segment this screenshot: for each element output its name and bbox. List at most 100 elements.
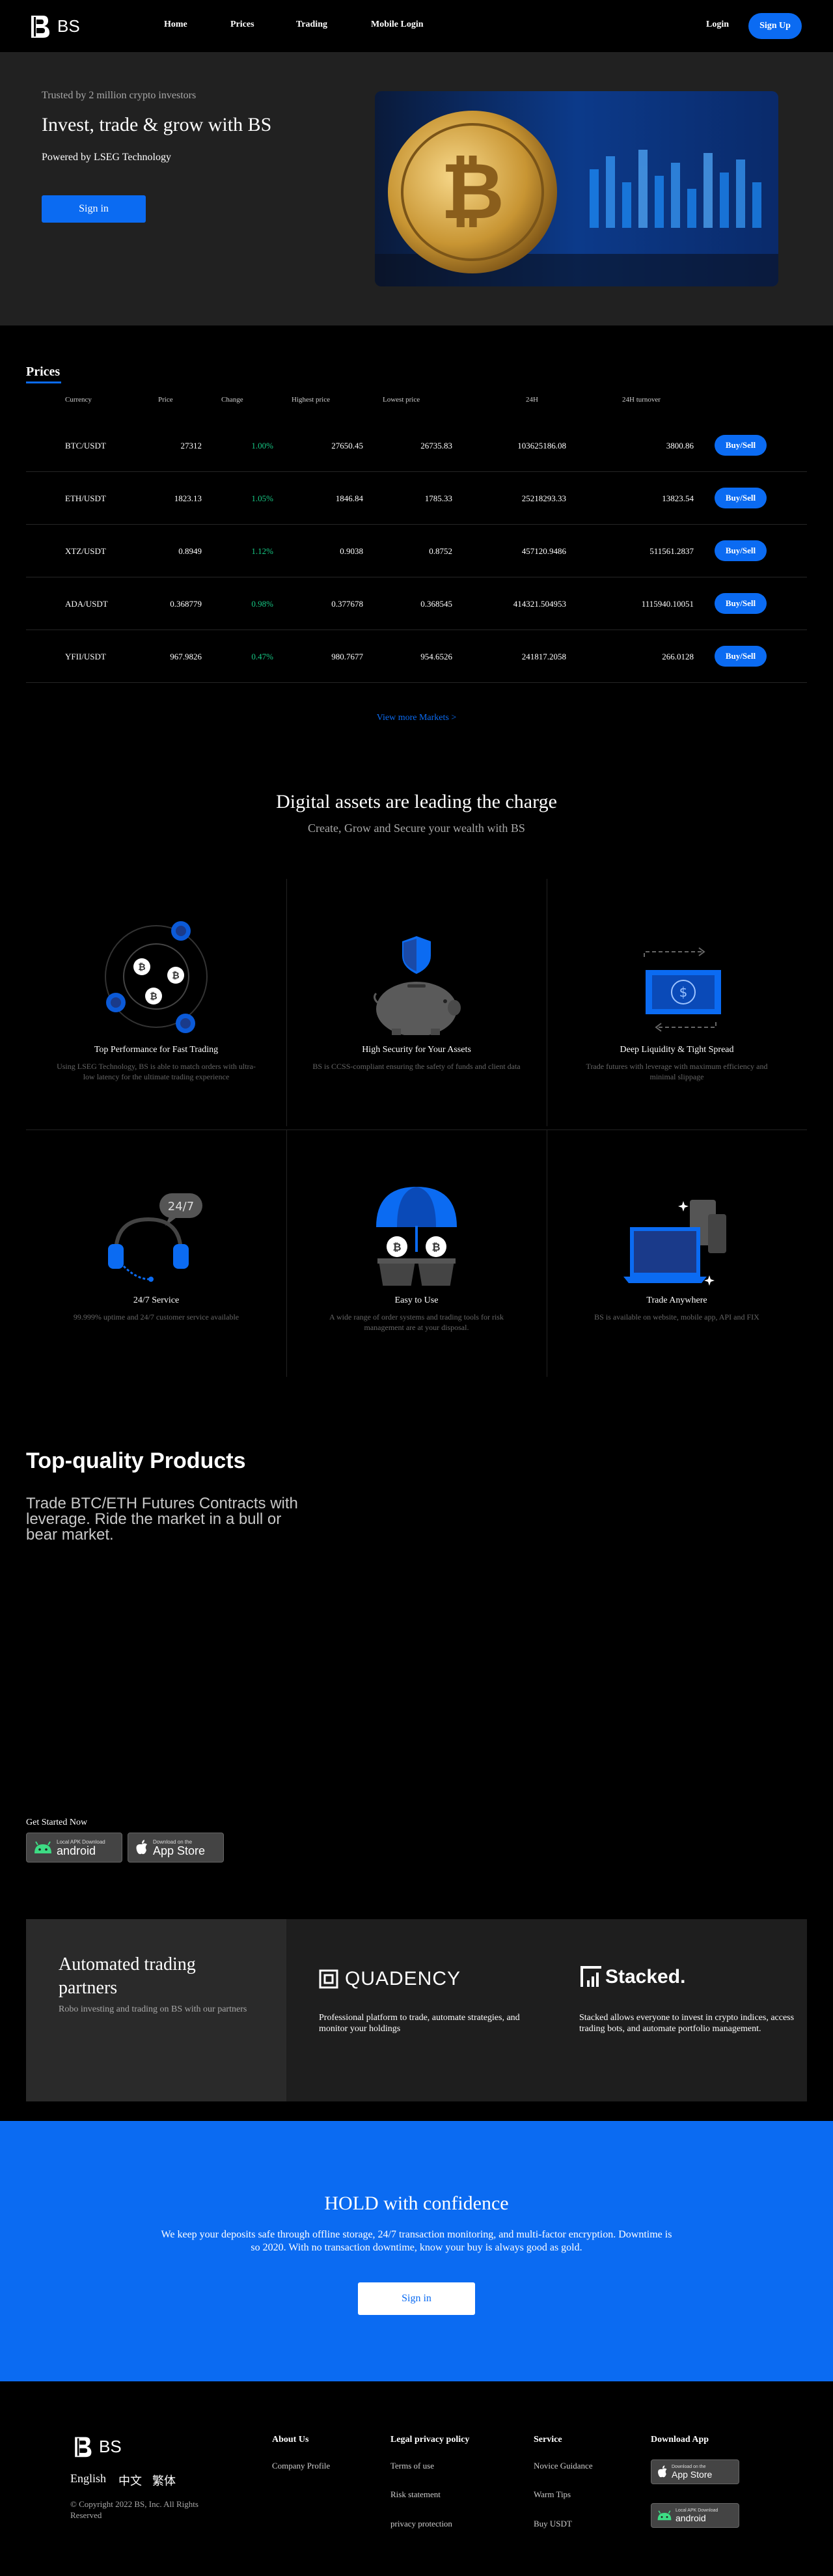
nav-prices[interactable]: Prices xyxy=(230,20,254,30)
footer-app-store-button[interactable]: Download on the App Store xyxy=(651,2459,739,2484)
footer-link-novice[interactable]: Novice Guidance xyxy=(534,2461,593,2471)
feature-desc: Trade futures with leverage with maximum… xyxy=(586,1062,768,1081)
buy-sell-button[interactable]: Buy/Sell xyxy=(715,540,767,561)
buy-sell-button[interactable]: Buy/Sell xyxy=(715,646,767,667)
price-row[interactable]: ETH/USDT 1823.13 1.05% 1846.84 1785.33 252182… xyxy=(26,472,807,525)
price-row[interactable]: YFII/USDT 967.9826 0.47% 980.7677 954.6526 24… xyxy=(26,630,807,683)
price-cell-pair: ADA/USDT xyxy=(65,599,108,609)
price-cell-low: 954.6526 xyxy=(420,652,452,661)
hold-signin-button[interactable]: Sign in xyxy=(358,2282,475,2315)
quadency-name: QUADENCY xyxy=(345,1968,461,1989)
android-icon xyxy=(34,1841,51,1853)
footer-link-terms[interactable]: Terms of use xyxy=(390,2461,434,2471)
ios-big-label: App Store xyxy=(672,2469,713,2480)
products-text: Trade BTC/ETH Futures Contracts with lev… xyxy=(26,1495,298,1544)
price-cell-turnover: 3800.86 xyxy=(666,441,694,450)
apple-icon xyxy=(136,1840,147,1855)
footer-link-risk[interactable]: Risk statement xyxy=(390,2489,441,2500)
price-cell-pair: XTZ/USDT xyxy=(65,546,106,556)
login-link[interactable]: Login xyxy=(706,20,729,30)
feature-desc: 99.999% uptime and 24/7 customer service… xyxy=(73,1312,239,1322)
price-cell-low: 0.8752 xyxy=(429,546,452,556)
price-row[interactable]: XTZ/USDT 0.8949 1.12% 0.9038 0.8752 457120.94… xyxy=(26,525,807,577)
feature-card-liquidity: $ Deep Liquidity & Tight Spread Trade fu… xyxy=(547,879,807,1126)
footer-logo[interactable]: BS xyxy=(70,2435,122,2458)
buy-sell-button[interactable]: Buy/Sell xyxy=(715,488,767,508)
price-cell-turnover: 511561.2837 xyxy=(649,546,694,556)
buy-sell-button[interactable]: Buy/Sell xyxy=(715,435,767,456)
umbrella-coins-icon: ₿ ₿ xyxy=(376,1187,457,1286)
nav-home[interactable]: Home xyxy=(164,20,187,30)
feature-card-easy: ₿ ₿ Easy to Use A wide range of order sy… xyxy=(286,1129,547,1377)
footer-link-warm-tips[interactable]: Warm Tips xyxy=(534,2489,571,2500)
col-24h: 24H xyxy=(526,396,538,404)
quadency-desc: Professional platform to trade, automate… xyxy=(319,2013,520,2034)
bs-logo-icon xyxy=(75,2437,92,2458)
lang-english[interactable]: English xyxy=(70,2472,106,2486)
price-cell-price: 27312 xyxy=(180,441,202,450)
view-more-markets-link[interactable]: View more Markets > xyxy=(0,713,833,723)
hold-confidence-section: HOLD with confidence We keep your deposi… xyxy=(0,2121,833,2381)
quadency-logo[interactable]: QUADENCY xyxy=(319,1968,461,1990)
buy-sell-button[interactable]: Buy/Sell xyxy=(715,593,767,614)
nav-mobile-login[interactable]: Mobile Login xyxy=(371,20,424,30)
lang-traditional-chinese[interactable]: 繁体 xyxy=(152,2472,176,2489)
footer-brand-name: BS xyxy=(99,2436,122,2456)
feature-name: 24/7 Service xyxy=(133,1295,180,1305)
svg-text:₿: ₿ xyxy=(392,1241,401,1253)
lang-simplified-chinese[interactable]: 中文 xyxy=(118,2472,142,2489)
feature-card-anywhere: Trade Anywhere BS is available on websit… xyxy=(547,1129,807,1377)
footer-legal-heading: Legal privacy policy xyxy=(390,2435,470,2444)
brand-name: BS xyxy=(57,16,80,36)
price-cell-pair: ETH/USDT xyxy=(65,493,106,503)
hold-text: We keep your deposits safe through offli… xyxy=(161,2229,672,2253)
feature-name: Easy to Use xyxy=(394,1295,439,1305)
hero-powered-text: Powered by LSEG Technology xyxy=(42,152,171,163)
col-change: Change xyxy=(221,396,243,404)
svg-text:₿: ₿ xyxy=(138,962,145,973)
footer-android-button[interactable]: Local APK Download android xyxy=(651,2503,739,2528)
app-store-button[interactable]: Download on the App Store xyxy=(128,1833,224,1863)
feature-desc: Using LSEG Technology, BS is able to mat… xyxy=(57,1062,256,1081)
price-cell-price: 0.8949 xyxy=(178,546,202,556)
price-cell-vol: 103625186.08 xyxy=(517,441,566,450)
stacked-desc: Stacked allows everyone to invest in cry… xyxy=(579,2013,795,2034)
nav-trading[interactable]: Trading xyxy=(296,20,327,30)
feature-card-service: 24/7 24/7 Service 99.999% uptime and 24/… xyxy=(26,1129,286,1377)
price-cell-vol: 25218293.33 xyxy=(521,493,566,503)
stacked-logo[interactable]: Stacked. xyxy=(580,1966,685,1988)
svg-text:$: $ xyxy=(679,984,688,1000)
price-cell-vol: 414321.504953 xyxy=(513,599,566,609)
android-download-button[interactable]: Local APK Download android xyxy=(26,1833,122,1863)
col-currency: Currency xyxy=(65,396,92,404)
price-cell-change: 1.12% xyxy=(251,546,273,556)
android-icon xyxy=(657,2510,672,2521)
quadency-logo-icon xyxy=(319,1969,338,1989)
prices-heading-underline xyxy=(26,381,61,383)
price-row[interactable]: BTC/USDT 27312 1.00% 27650.45 26735.83 103625… xyxy=(26,419,807,472)
price-row[interactable]: ADA/USDT 0.368779 0.98% 0.377678 0.368545 414… xyxy=(26,577,807,630)
footer-link-buy-usdt[interactable]: Buy USDT xyxy=(534,2519,572,2529)
footer-link-company-profile[interactable]: Company Profile xyxy=(272,2461,330,2471)
price-cell-low: 26735.83 xyxy=(420,441,452,450)
price-cell-change: 1.05% xyxy=(251,493,273,503)
hero-trusted-text: Trusted by 2 million crypto investors xyxy=(42,90,197,101)
price-cell-change: 1.00% xyxy=(251,441,273,450)
stacked-logo-icon xyxy=(580,1966,601,1987)
price-cell-price: 0.368779 xyxy=(170,599,202,609)
automated-desc: Robo investing and trading on BS with ou… xyxy=(59,2004,247,2014)
devices-icon xyxy=(623,1200,726,1286)
brand-logo[interactable]: BS xyxy=(26,13,80,39)
col-low: Lowest price xyxy=(383,396,420,404)
price-cell-turnover: 1115940.10051 xyxy=(641,599,694,609)
feature-desc: BS is available on website, mobile app, … xyxy=(594,1312,759,1322)
ios-big-label: App Store xyxy=(153,1844,206,1857)
col-24h-turnover: 24H turnover xyxy=(622,396,661,404)
feature-desc: BS is CCSS-compliant ensuring the safety… xyxy=(312,1062,521,1071)
hero-signin-button[interactable]: Sign in xyxy=(42,195,146,223)
footer-link-privacy[interactable]: privacy protection xyxy=(390,2519,452,2529)
price-cell-vol: 457120.9486 xyxy=(521,546,566,556)
svg-text:₿: ₿ xyxy=(441,146,504,237)
signup-button[interactable]: Sign Up xyxy=(748,13,802,39)
price-cell-high: 1846.84 xyxy=(335,493,363,503)
